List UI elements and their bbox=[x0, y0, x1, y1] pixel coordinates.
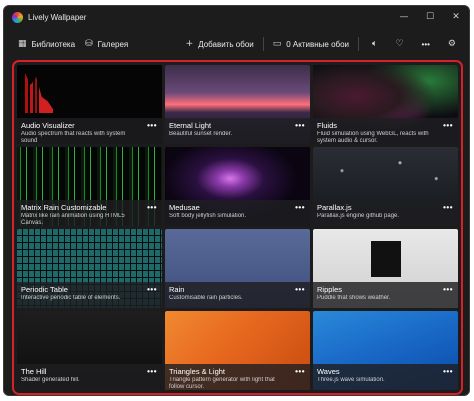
window-title: Lively Wallpaper bbox=[28, 12, 87, 22]
wallpaper-card[interactable]: Matrix Rain Customizable Matrix like rai… bbox=[17, 147, 162, 226]
favorite-button[interactable]: ♡ bbox=[386, 33, 412, 55]
card-more-button[interactable]: ••• bbox=[295, 121, 305, 130]
maximize-button[interactable]: ☐ bbox=[417, 6, 443, 28]
settings-button[interactable]: ⚙ bbox=[439, 33, 465, 55]
card-title: Medusae bbox=[169, 203, 200, 212]
card-description: Customisable rain particles. bbox=[169, 295, 243, 301]
card-description: Three.js wave simulation. bbox=[317, 377, 385, 383]
add-wallpaper-button[interactable]: + Добавить обои bbox=[181, 33, 259, 55]
minimize-button[interactable]: — bbox=[391, 6, 417, 28]
card-caption: Matrix Rain Customizable Matrix like rai… bbox=[17, 200, 162, 226]
card-more-button[interactable]: ••• bbox=[295, 367, 305, 376]
speaker-icon: 🔈︎ bbox=[372, 39, 378, 49]
card-more-button[interactable]: ••• bbox=[295, 203, 305, 212]
window-controls: — ☐ ✕ bbox=[391, 6, 469, 28]
wallpaper-card[interactable]: Ripples Puddle that shows weather. ••• bbox=[313, 229, 458, 308]
card-caption: Fluids Fluid simulation using WebGL, rea… bbox=[313, 118, 458, 144]
card-more-button[interactable]: ••• bbox=[147, 367, 157, 376]
wallpaper-card[interactable]: Rain Customisable rain particles. ••• bbox=[165, 229, 310, 308]
card-more-button[interactable]: ••• bbox=[443, 203, 453, 212]
more-icon: ••• bbox=[421, 39, 430, 49]
active-wallpapers-label: 0 Активные обои bbox=[286, 39, 350, 49]
card-description: Soft body jellyfish simulation. bbox=[169, 213, 247, 219]
grid-icon: ▦ bbox=[18, 39, 27, 49]
card-more-button[interactable]: ••• bbox=[147, 203, 157, 212]
heart-icon: ♡ bbox=[395, 39, 404, 49]
library-tab-label: Библиотека bbox=[31, 39, 76, 49]
card-caption: Waves Three.js wave simulation. ••• bbox=[313, 364, 458, 390]
card-more-button[interactable]: ••• bbox=[443, 121, 453, 130]
wallpaper-card[interactable]: Parallax.js Parallax.js engine github pa… bbox=[313, 147, 458, 226]
add-wallpaper-label: Добавить обои bbox=[198, 39, 254, 49]
card-description: Fluid simulation using WebGL, reacts wit… bbox=[317, 131, 429, 144]
wallpaper-card[interactable]: Triangles & Light Triangle pattern gener… bbox=[165, 311, 310, 390]
card-description: Audio spectrum that reacts with system s… bbox=[21, 131, 126, 144]
card-caption: Triangles & Light Triangle pattern gener… bbox=[165, 364, 310, 390]
card-more-button[interactable]: ••• bbox=[147, 285, 157, 294]
card-caption: Medusae Soft body jellyfish simulation. … bbox=[165, 200, 310, 226]
card-caption: The Hill Shader generated hill. ••• bbox=[17, 364, 162, 390]
card-description: Beautiful sunset render. bbox=[169, 131, 233, 137]
close-button[interactable]: ✕ bbox=[443, 6, 469, 28]
card-caption: Ripples Puddle that shows weather. ••• bbox=[313, 282, 458, 308]
card-caption: Parallax.js Parallax.js engine github pa… bbox=[313, 200, 458, 226]
card-title: Triangles & Light bbox=[169, 367, 226, 376]
monitor-icon: ▭ bbox=[272, 39, 282, 49]
gallery-tab-label: Галерея bbox=[97, 39, 129, 49]
wallpaper-card[interactable]: Medusae Soft body jellyfish simulation. … bbox=[165, 147, 310, 226]
wallpaper-gallery: Audio Visualizer Audio spectrum that rea… bbox=[12, 60, 463, 395]
card-description: Matrix like rain animation using HTML5 C… bbox=[21, 213, 125, 226]
app-window: Lively Wallpaper — ☐ ✕ ▦ Библиотека ⛁ Га… bbox=[3, 5, 470, 396]
plus-icon: + bbox=[185, 39, 194, 49]
card-description: Parallax.js engine github page. bbox=[317, 213, 400, 219]
wallpaper-card[interactable]: Eternal Light Beautiful sunset render. •… bbox=[165, 65, 310, 144]
wallpaper-card[interactable]: The Hill Shader generated hill. ••• bbox=[17, 311, 162, 390]
active-wallpapers-button[interactable]: ▭ 0 Активные обои bbox=[268, 33, 354, 55]
card-title: Rain bbox=[169, 285, 185, 294]
card-description: Puddle that shows weather. bbox=[317, 295, 391, 301]
gallery-tab[interactable]: ⛁ Галерея bbox=[80, 33, 133, 55]
app-logo-icon bbox=[12, 11, 23, 23]
card-title: Parallax.js bbox=[317, 203, 352, 212]
library-tab[interactable]: ▦ Библиотека bbox=[13, 33, 80, 55]
card-title: Eternal Light bbox=[169, 121, 212, 130]
toolbar: ▦ Библиотека ⛁ Галерея + Добавить обои ▭… bbox=[4, 28, 469, 60]
toolbar-divider bbox=[358, 37, 360, 51]
card-caption: Eternal Light Beautiful sunset render. •… bbox=[165, 118, 310, 144]
toolbar-divider bbox=[262, 37, 264, 51]
wallpaper-card[interactable]: Waves Three.js wave simulation. ••• bbox=[313, 311, 458, 390]
card-description: Triangle pattern generator with light th… bbox=[169, 377, 275, 390]
card-description: Interactive periodic table of elements. bbox=[21, 295, 121, 301]
card-caption: Periodic Table Interactive periodic tabl… bbox=[17, 282, 162, 308]
card-title: Fluids bbox=[317, 121, 338, 130]
wallpaper-card[interactable]: Fluids Fluid simulation using WebGL, rea… bbox=[313, 65, 458, 144]
card-title: Ripples bbox=[317, 285, 343, 294]
bag-icon: ⛁ bbox=[85, 39, 93, 49]
wallpaper-card[interactable]: Periodic Table Interactive periodic tabl… bbox=[17, 229, 162, 308]
card-more-button[interactable]: ••• bbox=[147, 121, 157, 130]
more-options-button[interactable]: ••• bbox=[413, 33, 439, 55]
card-title: Periodic Table bbox=[21, 285, 68, 294]
card-more-button[interactable]: ••• bbox=[295, 285, 305, 294]
card-description: Shader generated hill. bbox=[21, 377, 80, 383]
gear-icon: ⚙ bbox=[447, 39, 456, 49]
volume-button[interactable]: 🔈︎ bbox=[363, 33, 386, 55]
card-caption: Audio Visualizer Audio spectrum that rea… bbox=[17, 118, 162, 144]
card-title: The Hill bbox=[21, 367, 47, 376]
card-title: Audio Visualizer bbox=[21, 121, 75, 130]
title-bar[interactable]: Lively Wallpaper — ☐ ✕ bbox=[4, 6, 469, 28]
wallpaper-card[interactable]: Audio Visualizer Audio spectrum that rea… bbox=[17, 65, 162, 144]
card-caption: Rain Customisable rain particles. ••• bbox=[165, 282, 310, 308]
card-more-button[interactable]: ••• bbox=[443, 367, 453, 376]
card-title: Matrix Rain Customizable bbox=[21, 203, 107, 212]
card-title: Waves bbox=[317, 367, 340, 376]
card-more-button[interactable]: ••• bbox=[443, 285, 453, 294]
